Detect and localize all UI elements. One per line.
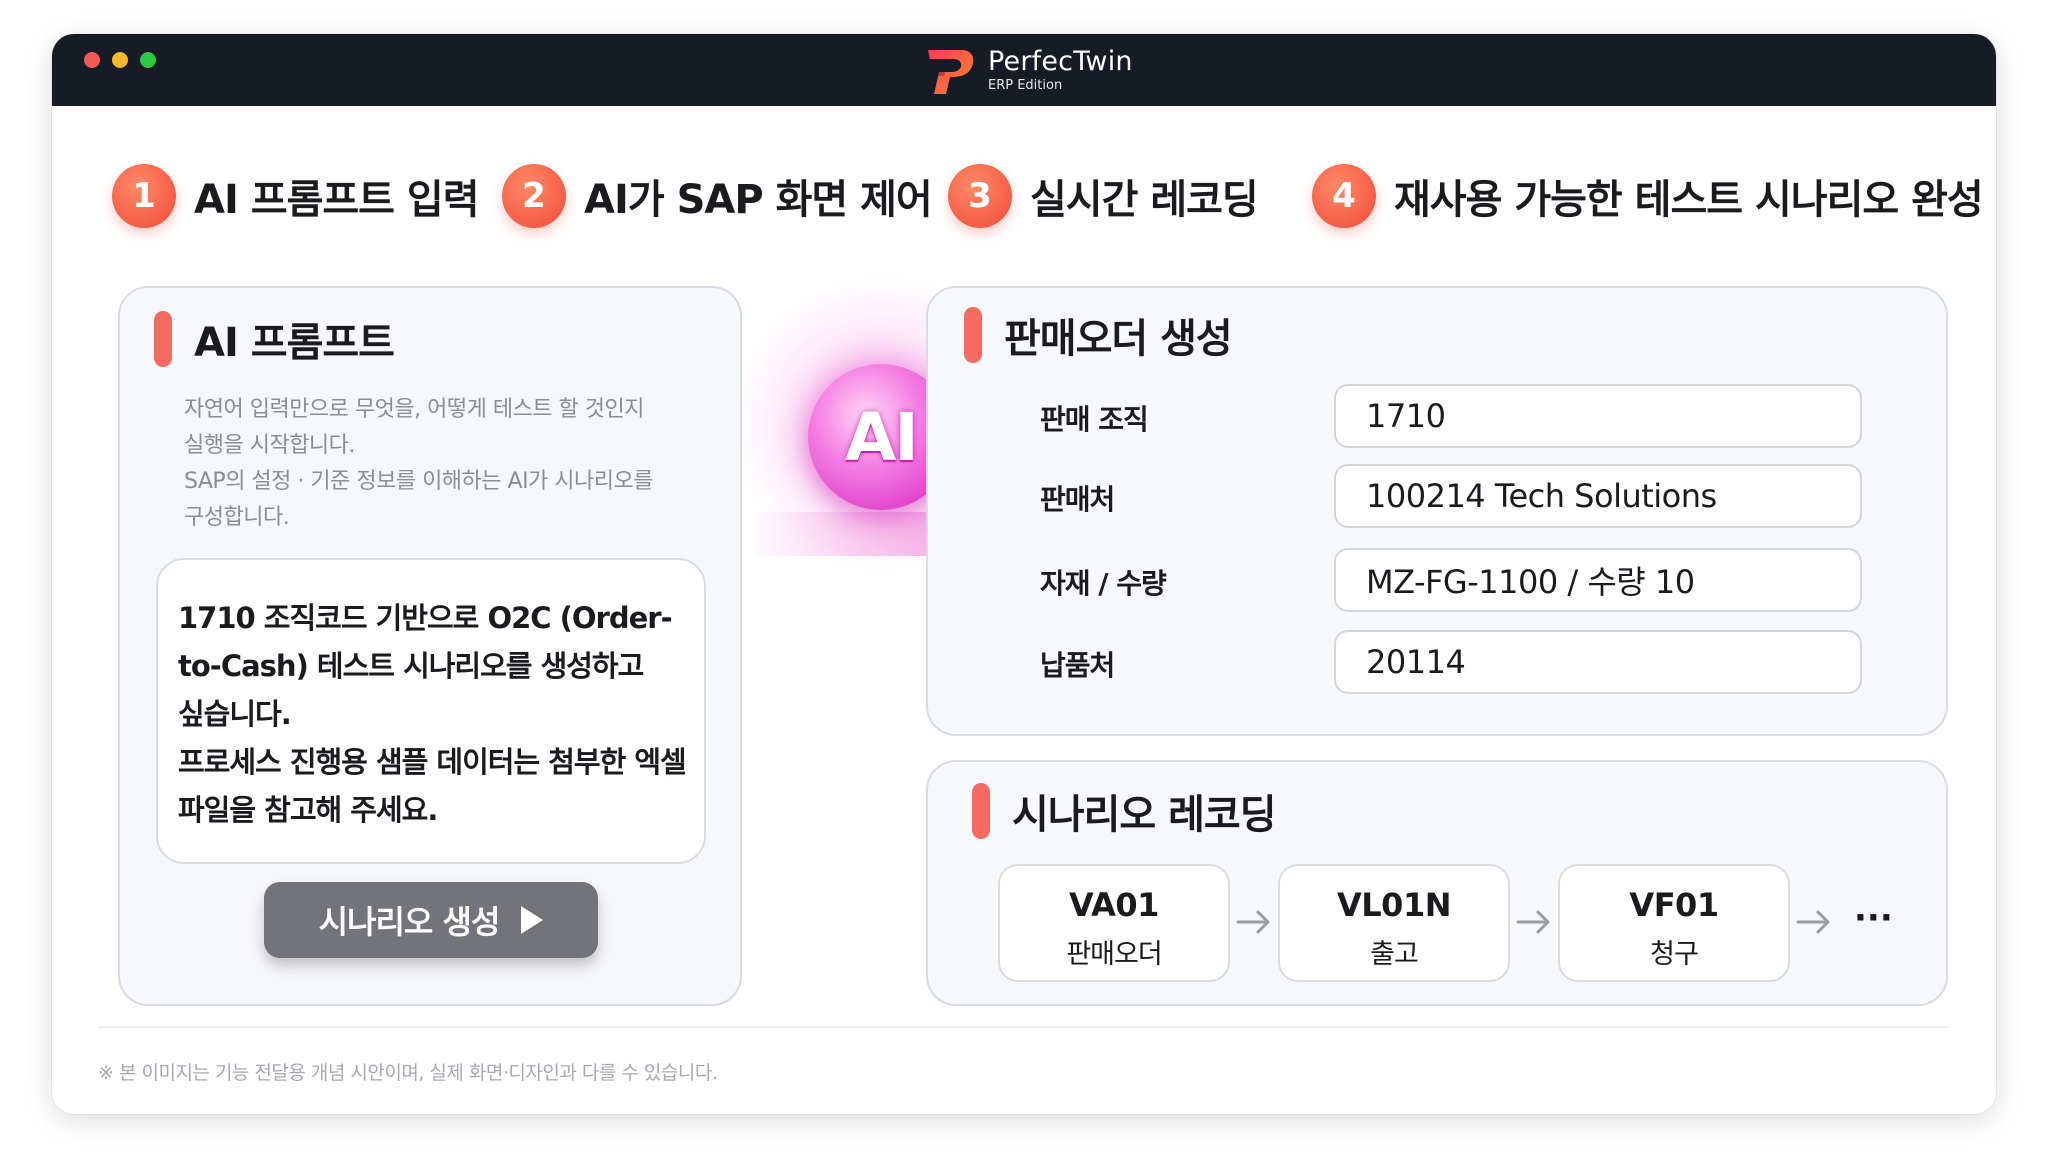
step-label: 재사용 가능한 테스트 시나리오 완성 [1394, 177, 1984, 223]
ship-to-label: 납품처 [1040, 649, 1115, 682]
tcode-name: 판매오더 [1066, 939, 1162, 970]
maximize-window-button[interactable] [140, 52, 156, 68]
panel-title: 시나리오 레코딩 [972, 782, 1277, 840]
panel-title: 판매오더 생성 [964, 306, 1233, 364]
arrow-right-icon [1796, 910, 1830, 934]
prompt-line: 프로세스 진행용 샘플 데이터는 첨부한 엑셀 [178, 745, 687, 779]
material-field[interactable]: MZ-FG-1100 / 수량 10 [1334, 548, 1862, 612]
panel-title-text: 시나리오 레코딩 [1012, 792, 1277, 838]
sales-org-label: 판매 조직 [1040, 403, 1149, 436]
step-label: AI가 SAP 화면 제어 [584, 177, 933, 223]
more-ellipsis: ··· [1854, 898, 1893, 938]
arrow-right-icon [1236, 910, 1270, 934]
accent-bar [972, 783, 990, 839]
step-3: 3 실시간 레코딩 [948, 156, 1259, 236]
ai-prompt-panel: AI 프롬프트 자연어 입력만으로 무엇을, 어떻게 테스트 할 것인지 실행을… [118, 286, 742, 1006]
panel-title-text: 판매오더 생성 [1004, 316, 1233, 362]
prompt-line: 파일을 참고해 주세요. [178, 793, 438, 827]
material-label: 자재 / 수량 [1040, 567, 1167, 600]
perfectwin-logo-icon [928, 50, 974, 94]
step-label: 실시간 레코딩 [1030, 177, 1259, 223]
prompt-line: to-Cash) 테스트 시나리오를 생성하고 [178, 649, 644, 683]
ship-to-field[interactable]: 20114 [1334, 630, 1862, 694]
scenario-recording-panel: 시나리오 레코딩 VA01 판매오더 VL01N 출고 VF01 청구 ··· [926, 760, 1948, 1006]
tcode-code: VL01N [1337, 886, 1451, 924]
sales-order-panel: 판매오더 생성 판매 조직 1710 판매처 100214 Tech Solut… [926, 286, 1948, 736]
process-steps: 1 AI 프롬프트 입력 2 AI가 SAP 화면 제어 3 실시간 레코딩 4… [112, 156, 1992, 236]
step-number: 1 [112, 164, 176, 228]
accent-bar [964, 307, 982, 363]
tcode-card-vf01[interactable]: VF01 청구 [1558, 864, 1790, 982]
panel-title: AI 프롬프트 [154, 310, 395, 368]
app-window: PerfecTwin ERP Edition 1 AI 프롬프트 입력 2 AI… [52, 34, 1996, 1114]
step-4: 4 재사용 가능한 테스트 시나리오 완성 [1312, 156, 1984, 236]
description-line: 구성합니다. [184, 505, 290, 530]
play-icon [521, 906, 544, 934]
prompt-line: 싶습니다. [178, 697, 292, 731]
tcode-code: VA01 [1069, 886, 1159, 924]
description-line: SAP의 설정 · 기준 정보를 이해하는 AI가 시나리오를 [184, 469, 654, 494]
generate-scenario-label: 시나리오 생성 [318, 903, 501, 941]
tcode-code: VF01 [1629, 886, 1719, 924]
form-row-material: 자재 / 수량 MZ-FG-1100 / 수량 10 [1040, 548, 1862, 612]
form-row-sales-org: 판매 조직 1710 [1040, 384, 1862, 448]
disclaimer-footnote: ※ 본 이미지는 기능 전달용 개념 시안이며, 실제 화면·디자인과 다를 수… [98, 1062, 718, 1084]
brand-edition: ERP Edition [988, 78, 1063, 93]
tcode-name: 청구 [1650, 939, 1699, 970]
ai-badge-text: AI [845, 398, 919, 476]
prompt-input[interactable]: 1710 조직코드 기반으로 O2C (Order- to-Cash) 테스트 … [156, 558, 706, 864]
generate-scenario-button[interactable]: 시나리오 생성 [264, 882, 598, 958]
sold-to-label: 판매처 [1040, 483, 1115, 516]
tcode-name: 출고 [1370, 939, 1419, 970]
form-row-ship-to: 납품처 20114 [1040, 630, 1862, 694]
step-1: 1 AI 프롬프트 입력 [112, 156, 479, 236]
brand: PerfecTwin ERP Edition [922, 42, 1133, 98]
tcode-card-vl01n[interactable]: VL01N 출고 [1278, 864, 1510, 982]
step-number: 2 [502, 164, 566, 228]
brand-name: PerfecTwin [988, 46, 1133, 77]
footer-divider [98, 1026, 1948, 1028]
minimize-window-button[interactable] [112, 52, 128, 68]
tcode-card-va01[interactable]: VA01 판매오더 [998, 864, 1230, 982]
accent-bar [154, 311, 172, 367]
prompt-line: 1710 조직코드 기반으로 O2C (Order- [178, 601, 673, 635]
prompt-description: 자연어 입력만으로 무엇을, 어떻게 테스트 할 것인지 실행을 시작합니다. … [184, 392, 704, 536]
sold-to-field[interactable]: 100214 Tech Solutions [1334, 464, 1862, 528]
description-line: 실행을 시작합니다. [184, 433, 355, 458]
panel-title-text: AI 프롬프트 [194, 320, 395, 366]
step-number: 4 [1312, 164, 1376, 228]
description-line: 자연어 입력만으로 무엇을, 어떻게 테스트 할 것인지 [184, 397, 645, 422]
step-label: AI 프롬프트 입력 [194, 177, 479, 223]
form-row-sold-to: 판매처 100214 Tech Solutions [1040, 464, 1862, 528]
sales-org-field[interactable]: 1710 [1334, 384, 1862, 448]
title-bar: PerfecTwin ERP Edition [52, 34, 1996, 106]
close-window-button[interactable] [84, 52, 100, 68]
arrow-right-icon [1516, 910, 1550, 934]
step-2: 2 AI가 SAP 화면 제어 [502, 156, 933, 236]
step-number: 3 [948, 164, 1012, 228]
